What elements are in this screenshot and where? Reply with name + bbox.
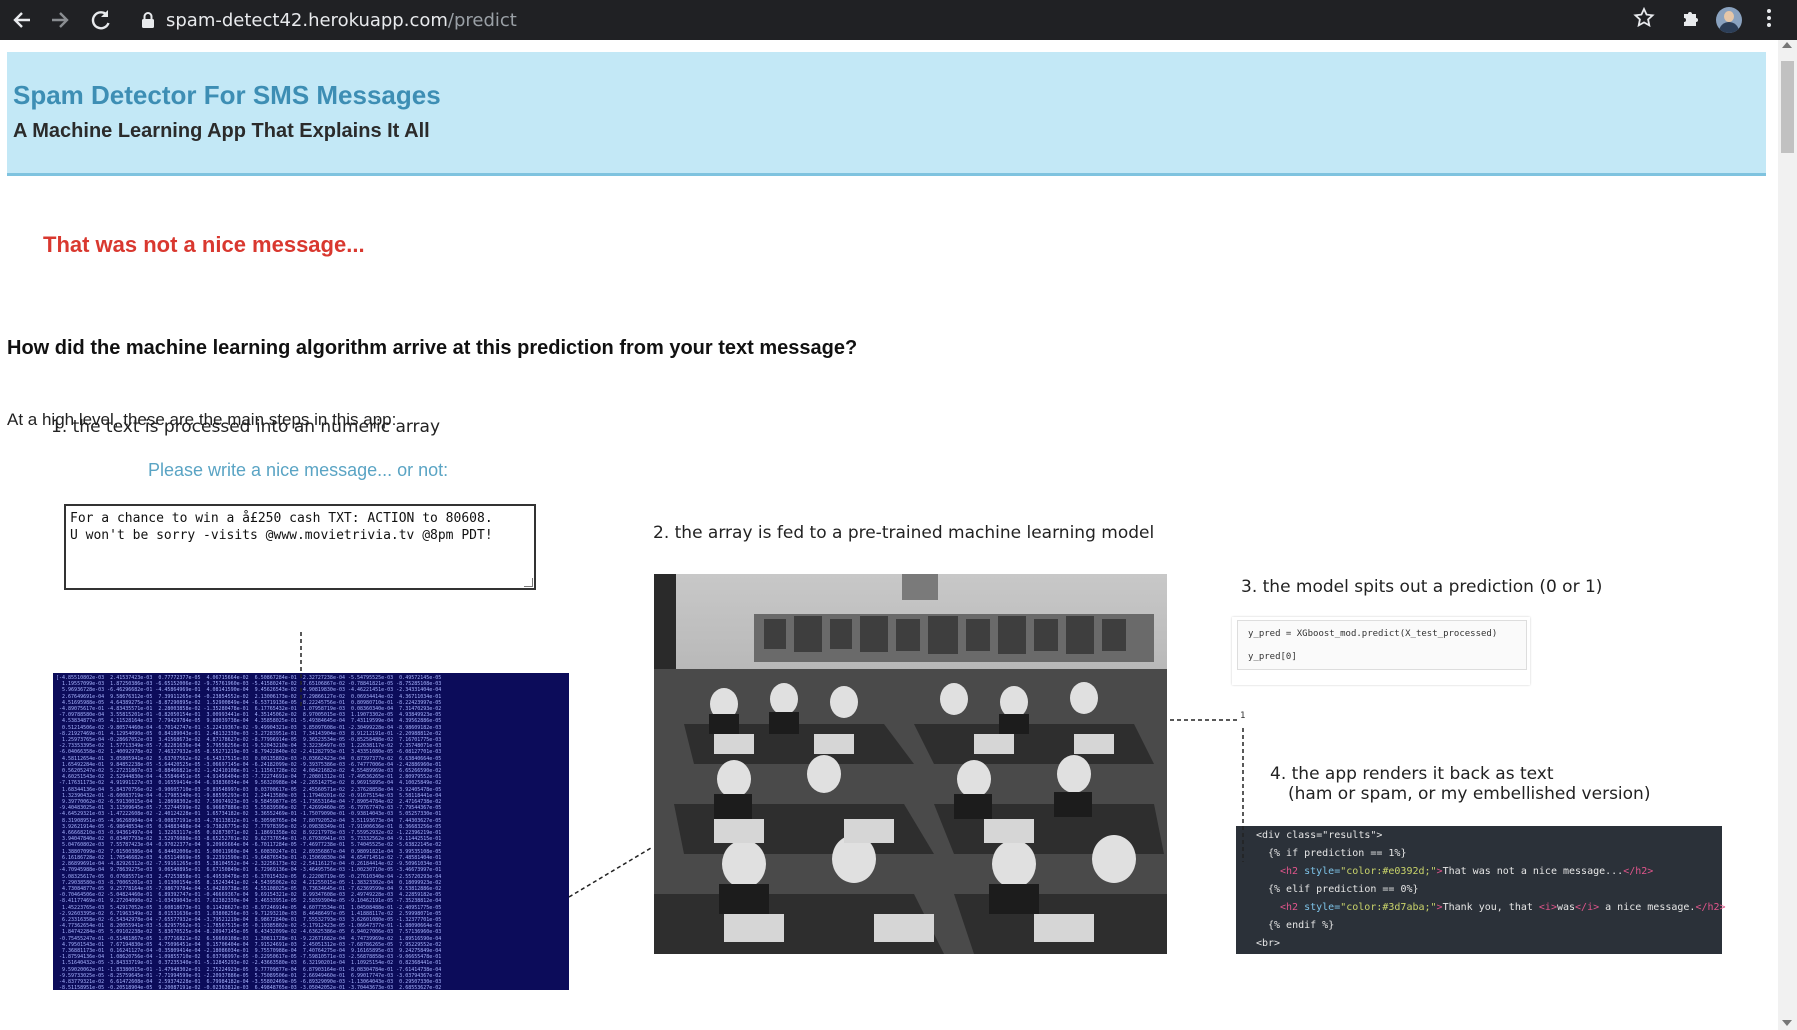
scroll-up-icon[interactable] (1782, 42, 1792, 48)
connector-lines (300, 632, 1244, 898)
scroll-down-icon[interactable] (1782, 1020, 1792, 1026)
page-scrollbar[interactable] (1778, 40, 1797, 1030)
scrollbar-thumb[interactable] (1781, 61, 1794, 153)
